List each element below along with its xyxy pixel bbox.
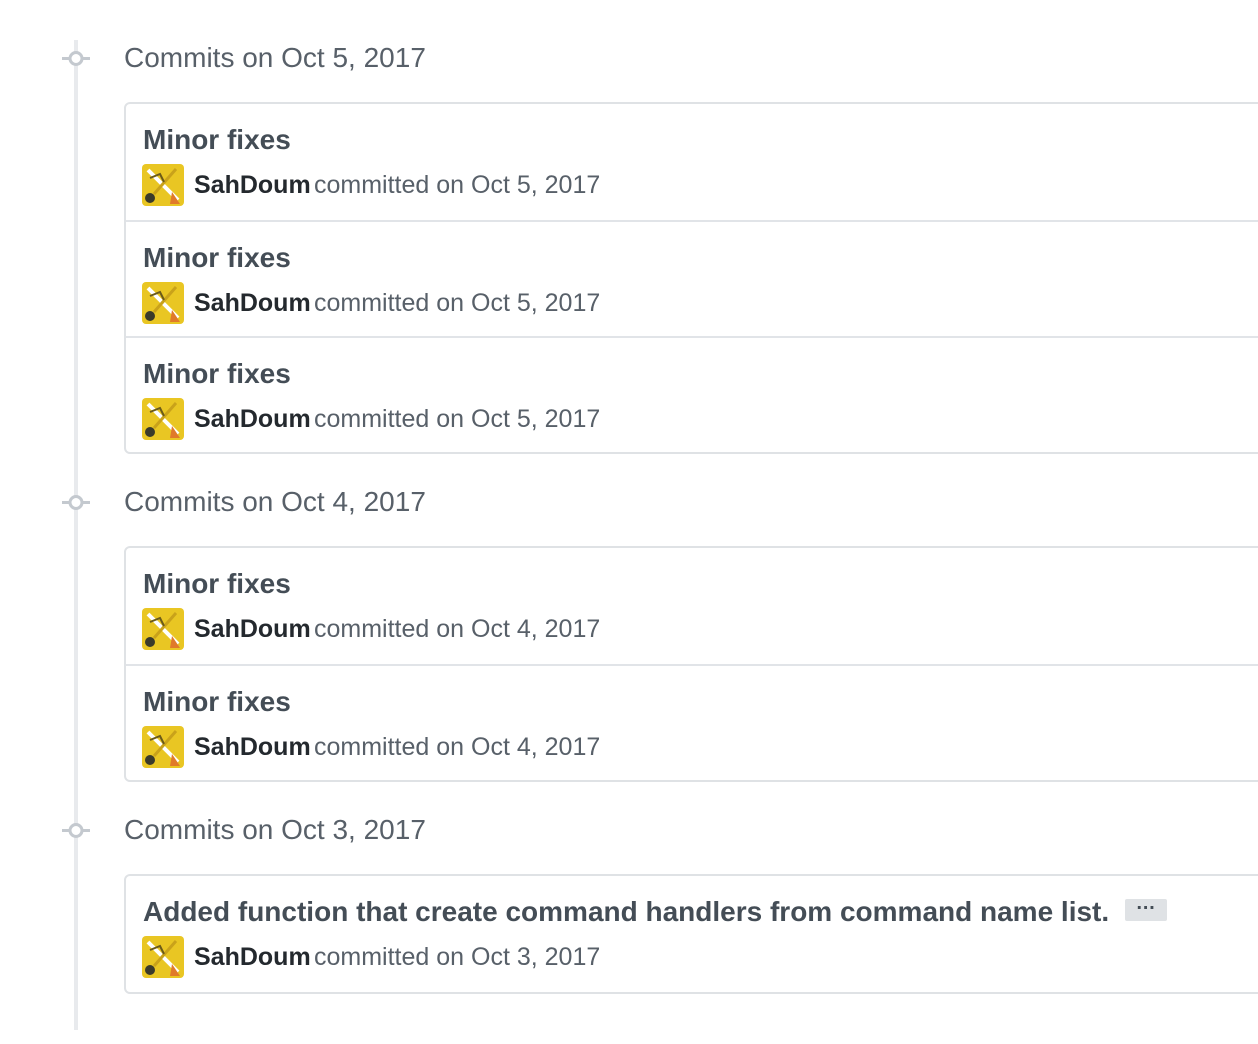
commit-title-link[interactable]: Minor fixes	[143, 684, 291, 720]
avatar[interactable]	[142, 936, 184, 978]
ellipsis-icon: …	[1135, 891, 1157, 914]
commit-title-link[interactable]: Minor fixes	[143, 240, 291, 276]
git-commit-icon	[62, 51, 90, 66]
author-link[interactable]: SahDoum	[194, 285, 311, 321]
timeline-line	[74, 40, 78, 1030]
author-link[interactable]: SahDoum	[194, 611, 311, 647]
avatar-icon	[142, 608, 184, 650]
avatar[interactable]	[142, 608, 184, 650]
avatar-icon	[142, 726, 184, 768]
avatar[interactable]	[142, 164, 184, 206]
commit-date-text: committed on Oct 5, 2017	[314, 405, 601, 433]
commit-group-header: Commits on Oct 3, 2017	[0, 812, 1258, 848]
commit-row: Minor fixes SahDoum committed on Oct 4, …	[126, 664, 1258, 780]
commit-group-title: Commits on Oct 3, 2017	[124, 814, 426, 845]
avatar-icon	[142, 282, 184, 324]
commit-title-link[interactable]: Minor fixes	[143, 356, 291, 392]
commit-list: Added function that create command handl…	[124, 874, 1258, 994]
commit-row: Minor fixes SahDoum committed on Oct 5, …	[126, 104, 1258, 220]
commit-title-link[interactable]: Added function that create command handl…	[143, 896, 1109, 927]
avatar[interactable]	[142, 726, 184, 768]
commit-date-text: committed on Oct 3, 2017	[314, 943, 601, 971]
commit-row: Minor fixes SahDoum committed on Oct 5, …	[126, 336, 1258, 452]
avatar[interactable]	[142, 282, 184, 324]
commit-row: Added function that create command handl…	[126, 876, 1258, 992]
author-link[interactable]: SahDoum	[194, 939, 311, 975]
author-link[interactable]: SahDoum	[194, 401, 311, 437]
commit-date-text: committed on Oct 4, 2017	[314, 733, 601, 761]
commit-date-text: committed on Oct 5, 2017	[314, 171, 601, 199]
commit-list: Minor fixes SahDoum committed on Oct 4, …	[124, 546, 1258, 782]
commit-row: Minor fixes SahDoum committed on Oct 5, …	[126, 220, 1258, 336]
avatar[interactable]	[142, 398, 184, 440]
author-link[interactable]: SahDoum	[194, 167, 311, 203]
git-commit-icon	[62, 823, 90, 838]
commit-group-header: Commits on Oct 5, 2017	[0, 40, 1258, 76]
author-link[interactable]: SahDoum	[194, 729, 311, 765]
commit-group-title: Commits on Oct 4, 2017	[124, 486, 426, 517]
avatar-icon	[142, 936, 184, 978]
commit-group-header: Commits on Oct 4, 2017	[0, 484, 1258, 520]
expand-message-button[interactable]: …	[1125, 892, 1168, 921]
commit-group-title: Commits on Oct 5, 2017	[124, 42, 426, 73]
commit-list: Minor fixes SahDoum committed on Oct 5, …	[124, 102, 1258, 454]
git-commit-icon	[62, 495, 90, 510]
commit-date-text: committed on Oct 5, 2017	[314, 289, 601, 317]
commit-title-link[interactable]: Minor fixes	[143, 566, 291, 602]
avatar-icon	[142, 398, 184, 440]
avatar-icon	[142, 164, 184, 206]
commit-title-link[interactable]: Minor fixes	[143, 122, 291, 158]
commit-row: Minor fixes SahDoum committed on Oct 4, …	[126, 548, 1258, 664]
commit-date-text: committed on Oct 4, 2017	[314, 615, 601, 643]
commit-title-row: Added function that create command handl…	[143, 892, 1168, 930]
